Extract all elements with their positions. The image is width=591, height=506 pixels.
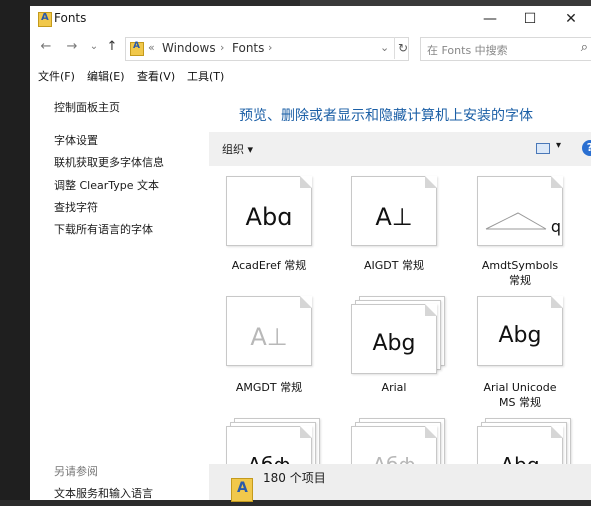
font-sample: Abɑ [245, 203, 293, 231]
font-name[interactable]: AMGDT 常规 [209, 380, 329, 395]
font-name[interactable]: AcadEref 常规 [209, 258, 329, 273]
organize-button[interactable]: 组织 ▾ [222, 141, 253, 157]
breadcrumb-separator-icon[interactable]: › [268, 41, 272, 54]
font-sample: A⊥ [375, 203, 413, 231]
search-icon: ⌕ [580, 40, 588, 55]
menu-bar: 文件(F) 编辑(E) 查看(V) 工具(T) [30, 64, 591, 86]
fonts-folder-icon: A [38, 12, 52, 27]
font-tile-arial-unicode[interactable]: Abg [477, 296, 563, 376]
font-sample: A⊥ [250, 323, 288, 351]
help-icon[interactable]: ? [582, 140, 591, 156]
maximize-button[interactable]: ☐ [510, 6, 550, 32]
fonts-window: A Fonts — ☐ ✕ ← → ⌄ ↑ A « Windows › Font… [30, 6, 591, 502]
window-title: Fonts [54, 11, 87, 25]
font-name[interactable]: Arial Unicode MS 常规 [460, 380, 580, 410]
path-overflow-icon[interactable]: « [148, 41, 155, 54]
sidebar-link-cleartype[interactable]: 调整 ClearType 文本 [54, 177, 159, 193]
fonts-folder-large-icon: A [231, 478, 253, 502]
command-bar: 组织 ▾ ▾ ? [209, 132, 591, 166]
forward-arrow-icon[interactable]: → [62, 37, 82, 57]
font-tile-amdtsymbols[interactable]: q [477, 176, 563, 256]
menu-file[interactable]: 文件(F) [38, 68, 75, 84]
up-arrow-icon[interactable]: ↑ [102, 37, 122, 57]
fonts-folder-icon: A [130, 41, 144, 56]
address-bar[interactable]: A « Windows › Fonts › ⌄ [125, 37, 409, 61]
font-sample: Abg [372, 331, 416, 356]
back-arrow-icon[interactable]: ← [36, 37, 56, 57]
minimize-button[interactable]: — [470, 6, 510, 32]
breadcrumb-separator-icon[interactable]: › [220, 41, 224, 54]
search-placeholder: 在 Fonts 中搜索 [427, 44, 508, 57]
font-sample: q [550, 217, 562, 236]
sidebar-link-font-settings[interactable]: 字体设置 [54, 132, 98, 148]
item-count: 180 个项目 [263, 471, 326, 485]
status-bar: A 180 个项目 [209, 464, 591, 502]
view-options-icon[interactable] [536, 143, 550, 154]
breadcrumb-fonts[interactable]: Fonts [232, 41, 264, 55]
refresh-icon[interactable]: ↻ [394, 37, 411, 59]
font-name[interactable]: AIGDT 常规 [334, 258, 454, 273]
sidebar-link-text-services[interactable]: 文本服务和输入语言 [54, 485, 153, 501]
font-tile-arial[interactable]: Abg [351, 296, 445, 384]
page-title: 预览、删除或者显示和隐藏计算机上安装的字体 [239, 108, 533, 124]
menu-edit[interactable]: 编辑(E) [87, 68, 125, 84]
font-name[interactable]: Arial [334, 380, 454, 395]
search-input[interactable]: 在 Fonts 中搜索 ⌕ [420, 37, 591, 61]
font-tile-aigdt[interactable]: A⊥ [351, 176, 437, 256]
address-dropdown-icon[interactable]: ⌄ [380, 41, 389, 54]
font-name[interactable]: AmdtSymbols 常规 [460, 258, 580, 288]
navigation-bar: ← → ⌄ ↑ A « Windows › Fonts › ⌄ ↻ 在 Font… [30, 34, 591, 62]
font-tile-amgdt[interactable]: A⊥ [226, 296, 312, 376]
control-panel-home-link[interactable]: 控制面板主页 [54, 99, 120, 115]
sidebar: 控制面板主页 字体设置 联机获取更多字体信息 调整 ClearType 文本 查… [30, 88, 208, 500]
desktop-background [0, 0, 30, 500]
sidebar-link-find-character[interactable]: 查找字符 [54, 199, 98, 215]
font-sample: Abg [498, 323, 542, 348]
see-also-title: 另请参阅 [54, 465, 98, 478]
view-dropdown-icon[interactable]: ▾ [556, 140, 561, 151]
sidebar-link-download-fonts[interactable]: 下载所有语言的字体 [54, 221, 153, 237]
menu-tools[interactable]: 工具(T) [187, 68, 224, 84]
close-button[interactable]: ✕ [551, 6, 591, 32]
amdt-glyph-icon [485, 212, 547, 230]
font-tile-acaderef[interactable]: Abɑ [226, 176, 312, 256]
title-bar: A Fonts — ☐ ✕ [30, 6, 591, 32]
menu-view[interactable]: 查看(V) [137, 68, 175, 84]
recent-locations-icon[interactable]: ⌄ [84, 37, 104, 57]
breadcrumb-windows[interactable]: Windows [162, 41, 216, 55]
sidebar-link-online-fonts[interactable]: 联机获取更多字体信息 [54, 154, 164, 170]
